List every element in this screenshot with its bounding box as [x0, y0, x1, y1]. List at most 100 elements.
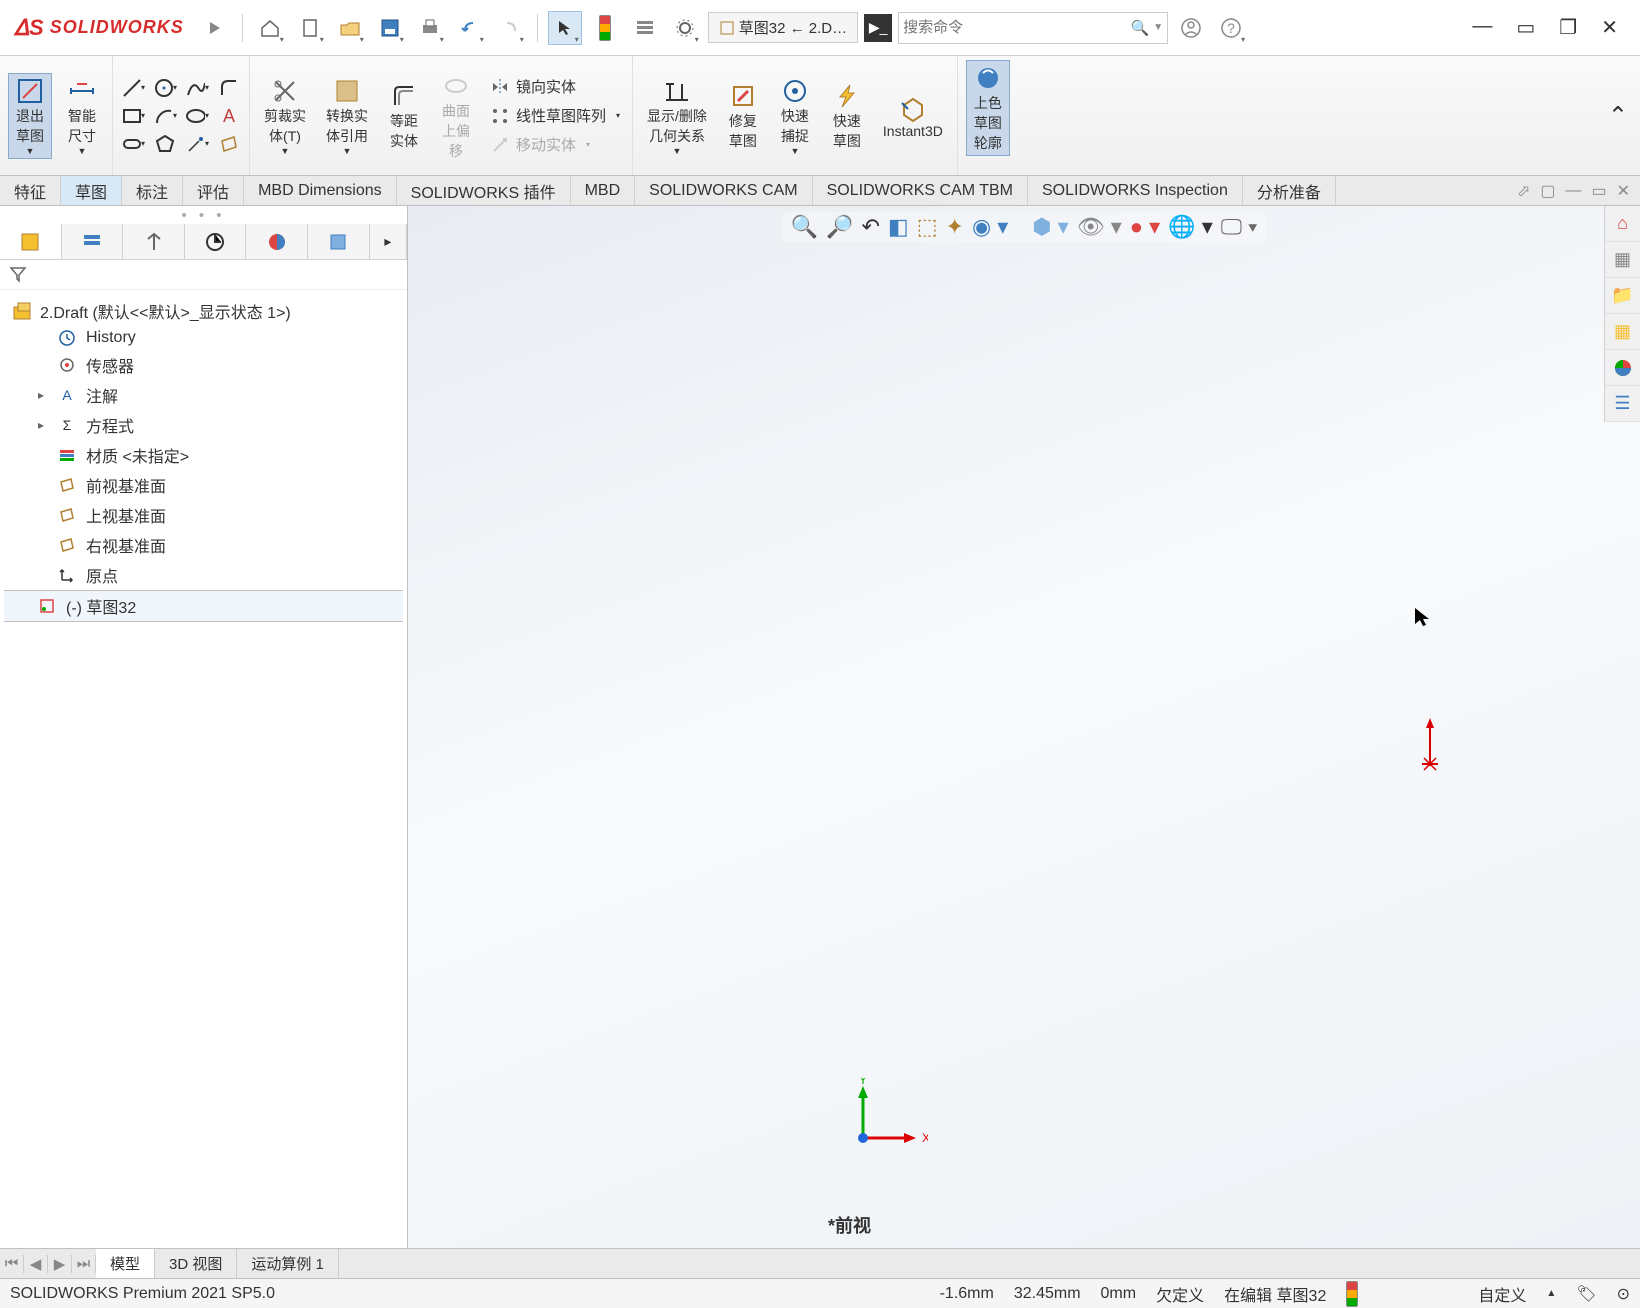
search-box[interactable]: 🔍 ▼ [898, 12, 1168, 44]
offset-entities-button[interactable]: 等距 实体 [382, 79, 426, 153]
tab-mbd[interactable]: MBD [571, 176, 636, 205]
tree-equations[interactable]: ▸Σ方程式 [30, 410, 403, 440]
repair-sketch-button[interactable]: 修复 草图 [721, 79, 765, 153]
options-button[interactable] [668, 11, 702, 45]
smart-dimension-button[interactable]: 智能 尺寸 ▼ [60, 74, 104, 158]
spline-tool[interactable]: ▾ [185, 76, 209, 100]
tab-3d-views[interactable]: 3D 视图 [155, 1249, 237, 1278]
rapid-sketch-button[interactable]: 快速 草图 [825, 79, 869, 153]
close-button[interactable]: ✕ [1601, 15, 1618, 40]
panel-grip[interactable]: • • • [0, 206, 407, 224]
linear-pattern-button[interactable]: 线性草图阵列▾ [486, 103, 624, 128]
tab-sw-cam[interactable]: SOLIDWORKS CAM [635, 176, 812, 205]
file-explorer-icon[interactable]: 📁 [1605, 278, 1640, 314]
tree-history[interactable]: History [30, 326, 403, 350]
tree-annotations[interactable]: ▸A注解 [30, 380, 403, 410]
text-tool[interactable]: A [217, 104, 241, 128]
user-button[interactable] [1174, 11, 1208, 45]
view-palette-icon[interactable]: ▦ [1605, 314, 1640, 350]
arc-tool[interactable]: ▾ [153, 104, 177, 128]
scene-icon[interactable]: 🌐 ▾ [1168, 214, 1213, 240]
trim-button[interactable]: 剪裁实 体(T)▼ [258, 74, 312, 158]
tree-sketch32[interactable]: (-) 草图32 [4, 590, 403, 622]
tree-front-plane[interactable]: 前视基准面 [30, 470, 403, 500]
cam-manager-tab[interactable] [308, 224, 370, 259]
tab-next-icon[interactable]: ▶ [48, 1255, 72, 1273]
config-manager-tab[interactable] [123, 224, 185, 259]
plane-tool[interactable] [217, 132, 241, 156]
ribbon-expand-icon[interactable]: ⌃ [1608, 101, 1628, 130]
display-style-icon[interactable]: ◉ ▾ [972, 214, 1008, 240]
rectangle-tool[interactable]: ▾ [121, 104, 145, 128]
tree-root[interactable]: 2.Draft (默认<<默认>_显示状态 1>) [4, 296, 403, 326]
tab-prev-icon[interactable]: ◀ [24, 1255, 48, 1273]
convert-entities-button[interactable]: 转换实 体引用▼ [320, 74, 374, 158]
view-orient-icon[interactable]: ✦ [946, 214, 964, 240]
zoom-area-icon[interactable]: 🔎 [826, 214, 853, 240]
ellipse-tool[interactable]: ▾ [185, 104, 209, 128]
exit-sketch-button[interactable]: 退出 草图 ▼ [8, 73, 52, 159]
tab-sw-addins[interactable]: SOLIDWORKS 插件 [397, 176, 571, 205]
zoom-fit-icon[interactable]: 🔍 [791, 214, 818, 240]
tab-features[interactable]: 特征 [0, 176, 61, 205]
undo-button[interactable] [453, 11, 487, 45]
doc-restore-icon[interactable]: ▢ [1540, 181, 1555, 201]
line-tool[interactable]: ▾ [121, 76, 145, 100]
slot-tool[interactable]: ▾ [121, 132, 145, 156]
tab-first-icon[interactable]: ⏮ [0, 1255, 24, 1273]
section-view-icon[interactable]: ◧ [888, 214, 909, 240]
mirror-button[interactable]: 镜向实体 [486, 74, 580, 99]
custom-props-icon[interactable]: ☰ [1605, 386, 1640, 422]
select-button[interactable] [548, 11, 582, 45]
tree-material[interactable]: 材质 <未指定> [30, 440, 403, 470]
status-tag-icon[interactable]: 🏷 [1576, 1284, 1596, 1304]
property-manager-tab[interactable] [62, 224, 124, 259]
tree-sensors[interactable]: 传感器 [30, 350, 403, 380]
instant3d-button[interactable]: Instant3D [877, 91, 949, 141]
hide-show-icon[interactable]: ⬢ ▾ [1032, 214, 1068, 240]
tab-sw-cam-tbm[interactable]: SOLIDWORKS CAM TBM [813, 176, 1028, 205]
display-manager-tab[interactable] [246, 224, 308, 259]
more-tabs[interactable]: ▸ [370, 224, 407, 259]
shaded-sketch-button[interactable]: 上色 草图 轮廓 [966, 60, 1010, 156]
appearances-icon[interactable] [1605, 350, 1640, 386]
command-prompt-icon[interactable]: ▶_ [864, 14, 892, 42]
redo-button[interactable] [493, 11, 527, 45]
document-tab[interactable]: 草图32 ← 2.D… [708, 12, 858, 43]
restore-button[interactable]: ❐ [1559, 15, 1577, 40]
traffic-light-icon[interactable] [588, 11, 622, 45]
appearance-icon[interactable]: ● ▾ [1130, 214, 1160, 240]
status-custom[interactable]: 自定义 [1478, 1282, 1526, 1306]
doc-popout-icon[interactable]: ⬀ [1517, 181, 1530, 201]
minimize-button[interactable]: — [1472, 15, 1492, 40]
tab-evaluate[interactable]: 评估 [183, 176, 244, 205]
tree-right-plane[interactable]: 右视基准面 [30, 530, 403, 560]
quick-snap-button[interactable]: 快速 捕捉▼ [773, 74, 817, 158]
rebuild-button[interactable] [628, 11, 662, 45]
dimxpert-tab[interactable] [185, 224, 247, 259]
status-more-icon[interactable]: ⊙ [1617, 1284, 1630, 1304]
doc-min-icon[interactable]: — [1565, 182, 1581, 200]
polygon-tool[interactable] [153, 132, 177, 156]
tab-last-icon[interactable]: ⏭ [72, 1255, 96, 1273]
display-relations-button[interactable]: 显示/删除 几何关系▼ [641, 74, 713, 158]
save-button[interactable] [373, 11, 407, 45]
help-button[interactable]: ? [1214, 11, 1248, 45]
play-button[interactable] [198, 11, 232, 45]
prev-view-icon[interactable]: ↶ [861, 214, 879, 240]
tab-mbd-dimensions[interactable]: MBD Dimensions [244, 176, 397, 205]
open-button[interactable] [333, 11, 367, 45]
fillet-tool[interactable] [217, 76, 241, 100]
home-button[interactable] [253, 11, 287, 45]
feature-manager-tab[interactable] [0, 224, 62, 259]
tree-origin[interactable]: 原点 [30, 560, 403, 590]
print-button[interactable] [413, 11, 447, 45]
tree-filter[interactable] [0, 260, 407, 290]
maximize-button[interactable]: ▭ [1516, 15, 1535, 40]
tab-annotate[interactable]: 标注 [122, 176, 183, 205]
tab-sketch[interactable]: 草图 [61, 176, 122, 205]
point-tool[interactable]: ▾ [185, 132, 209, 156]
tree-top-plane[interactable]: 上视基准面 [30, 500, 403, 530]
tab-model[interactable]: 模型 [96, 1249, 155, 1278]
viewport[interactable]: 🔍 🔎 ↶ ◧ ⬚ ✦ ◉ ▾ ⬢ ▾ 👁 ▾ ● ▾ 🌐 ▾ 🖵 ▾ ⌂ ▦ … [408, 206, 1640, 1248]
